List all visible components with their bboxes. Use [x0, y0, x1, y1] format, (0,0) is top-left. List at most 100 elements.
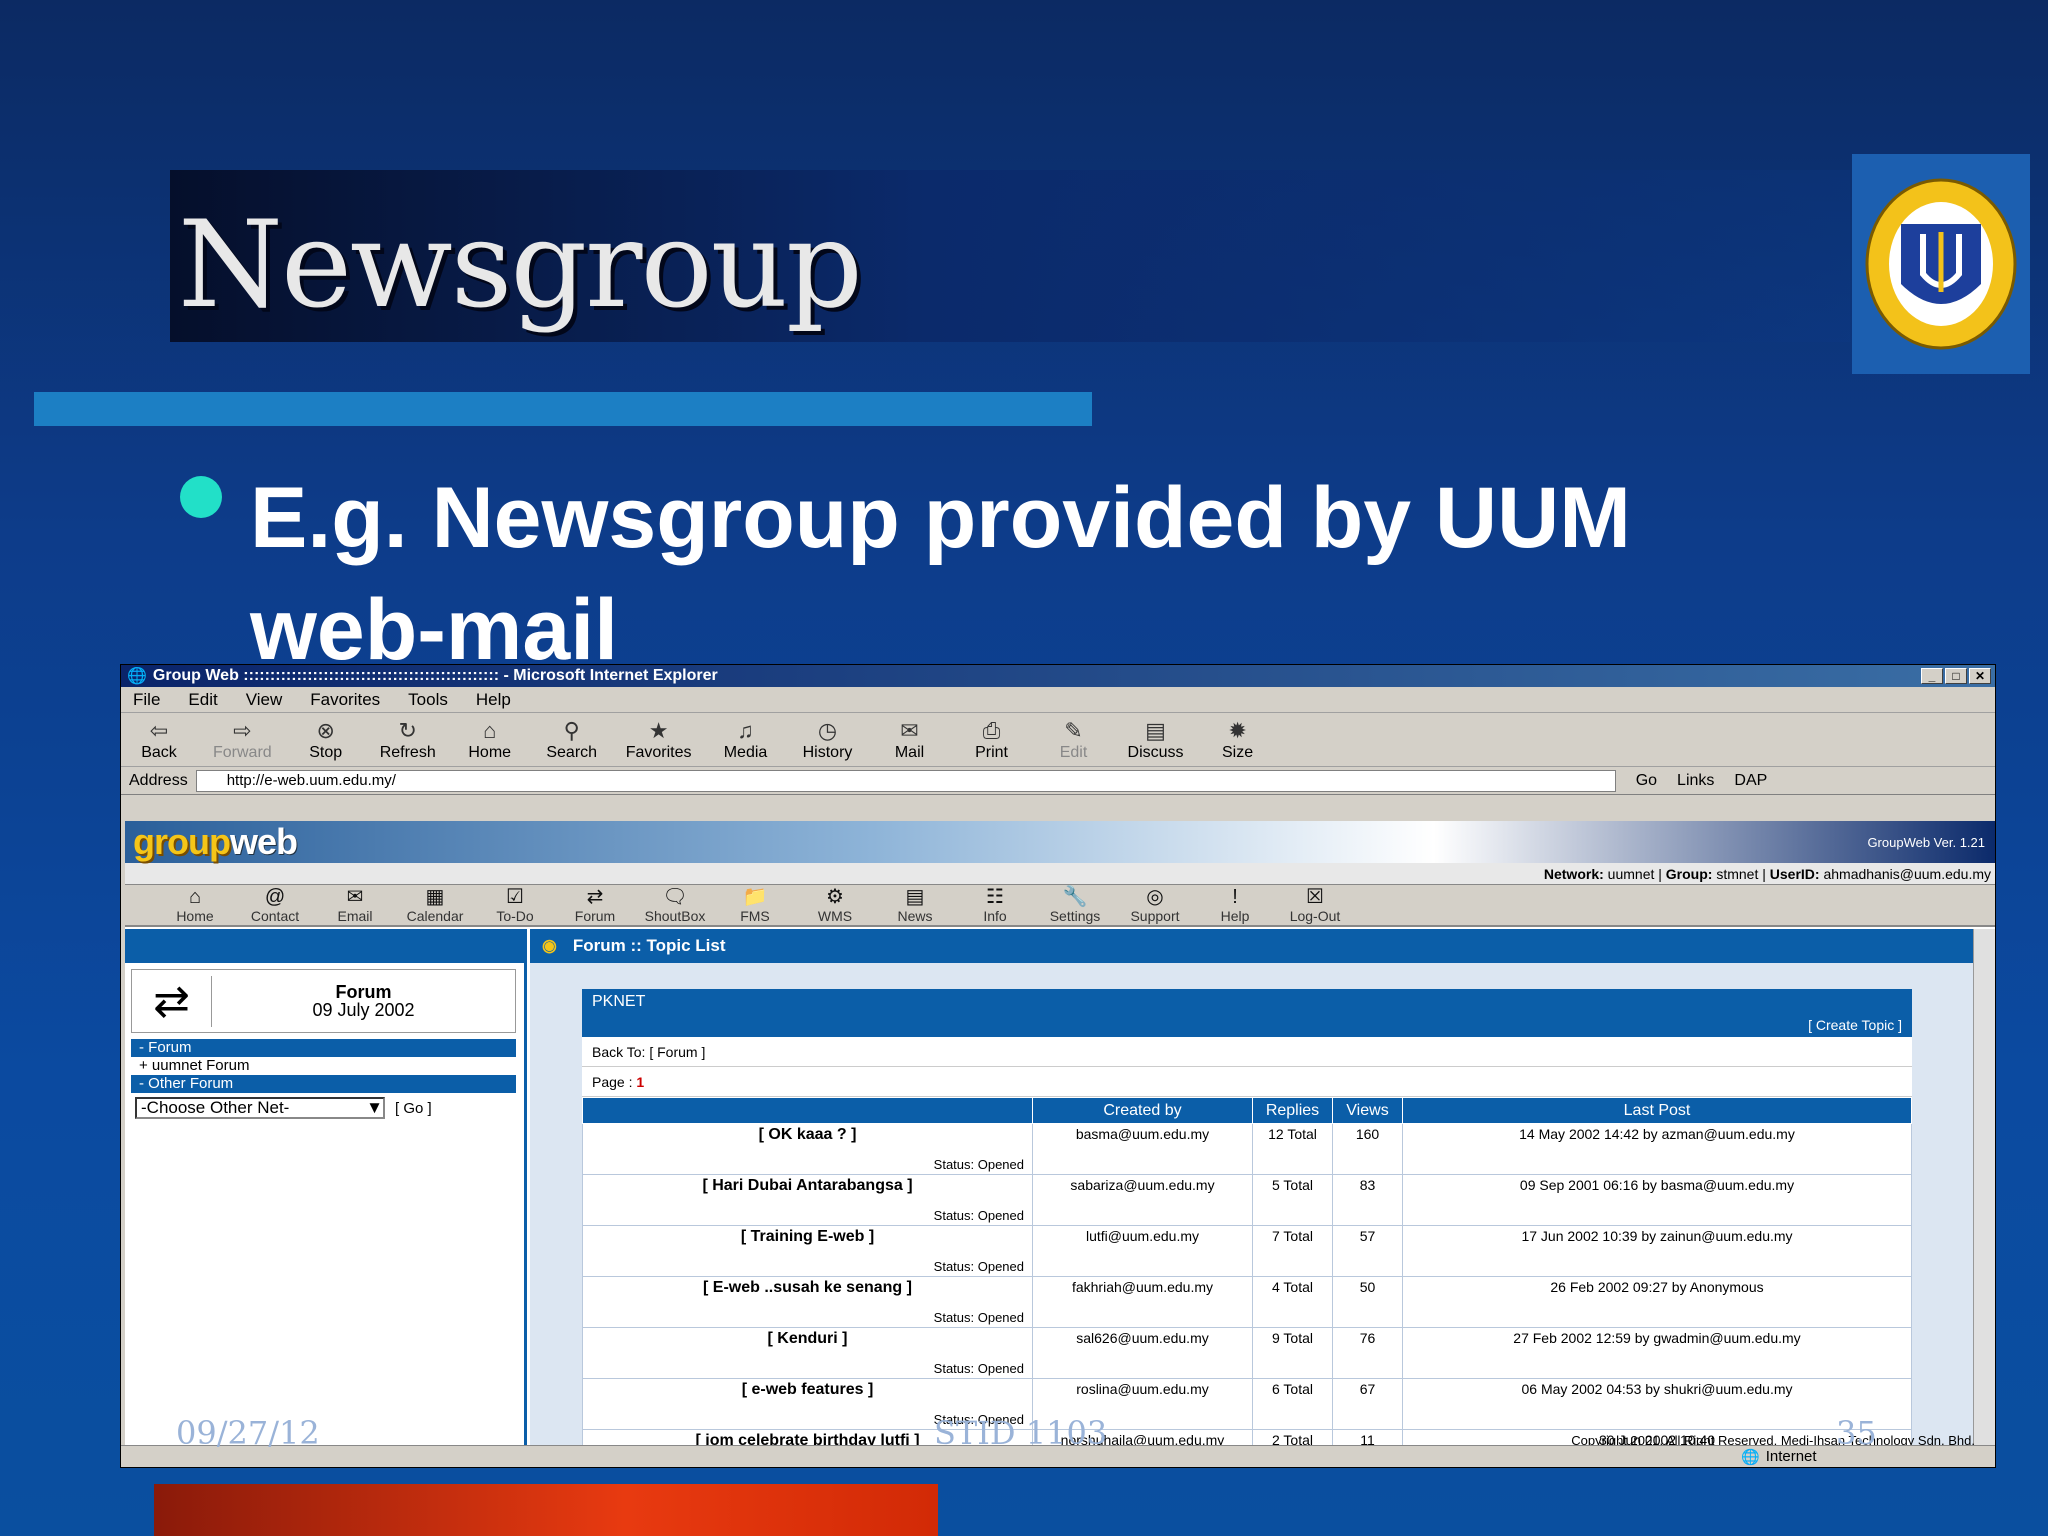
- footer-slide-number: 35: [1836, 1414, 1877, 1452]
- menu-help[interactable]: Help: [476, 690, 511, 710]
- topic-link[interactable]: [ e-web features ]: [742, 1381, 874, 1398]
- fms-icon: 📁: [742, 886, 768, 908]
- search-button[interactable]: ⚲ Search: [544, 718, 600, 762]
- size-button[interactable]: ✹ Size: [1210, 718, 1266, 762]
- menu-view[interactable]: View: [246, 690, 283, 710]
- nav-news[interactable]: ▤ News: [875, 886, 955, 924]
- nav-settings[interactable]: 🔧 Settings: [1035, 886, 1115, 924]
- shoutbox-icon: 🗨: [662, 886, 688, 908]
- forward-button[interactable]: ⇨ Forward: [213, 718, 272, 762]
- calendar-icon: ▦: [425, 886, 445, 908]
- nav-logout[interactable]: ☒ Log-Out: [1275, 886, 1355, 924]
- forward-arrow-icon: ⇨: [233, 718, 252, 743]
- other-net-select[interactable]: -Choose Other Net- ▼: [135, 1097, 385, 1119]
- menu-bar: File Edit View Favorites Tools Help: [121, 687, 1995, 713]
- edit-button[interactable]: ✎ Edit: [1046, 718, 1102, 762]
- groupweb-header: groupweb GroupWeb Ver. 1.21: [125, 821, 1995, 863]
- email-icon: ✉: [346, 886, 364, 908]
- nav-forum[interactable]: ⇄ Forum: [555, 886, 635, 924]
- menu-tools[interactable]: Tools: [408, 690, 448, 710]
- stop-icon: ⊗: [316, 718, 335, 743]
- left-link-other-forum[interactable]: - Other Forum: [131, 1075, 516, 1093]
- nav-contact[interactable]: @ Contact: [235, 886, 315, 924]
- todo-icon: ☑: [506, 886, 524, 908]
- address-input[interactable]: http://e-web.uum.edu.my/: [195, 769, 1616, 792]
- table-row: [ Training E-web ] Status: Opened lutfi@u…: [582, 1225, 1912, 1277]
- size-icon: ✹: [1228, 718, 1247, 743]
- ie-app-icon: 🌐: [127, 668, 147, 685]
- minimize-button[interactable]: _: [1921, 668, 1943, 684]
- nav-help[interactable]: ! Help: [1195, 886, 1275, 924]
- col-created-by: Created by: [1032, 1097, 1253, 1124]
- nav-shoutbox[interactable]: 🗨 ShoutBox: [635, 886, 715, 924]
- close-button[interactable]: ✕: [1969, 668, 1991, 684]
- back-to-line[interactable]: Back To: [ Forum ]: [582, 1037, 1912, 1067]
- contact-icon: @: [264, 886, 286, 908]
- topic-link[interactable]: [ Training E-web ]: [741, 1228, 874, 1245]
- history-icon: ◷: [817, 718, 838, 743]
- forum-arrows-icon: ⇄: [132, 975, 212, 1027]
- col-views: Views: [1332, 1097, 1403, 1124]
- window-title: Group Web ::::::::::::::::::::::::::::::…: [152, 667, 718, 684]
- history-button[interactable]: ◷ History: [800, 718, 856, 762]
- home-button[interactable]: ⌂ Home: [462, 718, 518, 762]
- left-link-forum[interactable]: - Forum: [131, 1039, 516, 1057]
- page-number[interactable]: 1: [636, 1074, 644, 1090]
- go-button[interactable]: Go: [1636, 772, 1657, 790]
- menu-edit[interactable]: Edit: [188, 690, 217, 710]
- left-panel: ⇄ Forum 09 July 2002 - Forum + uumnet For…: [125, 929, 527, 1451]
- print-icon: ⎙: [982, 718, 1001, 743]
- slide-title: Newsgroup: [178, 196, 863, 335]
- nav-calendar[interactable]: ▦ Calendar: [395, 886, 475, 924]
- table-row: [ Kenduri ] Status: Opened sal626@uum.edu…: [582, 1327, 1912, 1379]
- back-button[interactable]: ⇦ Back: [131, 718, 187, 762]
- discuss-button[interactable]: ▤ Discuss: [1128, 718, 1184, 762]
- nav-todo[interactable]: ☑ To-Do: [475, 886, 555, 924]
- footer-date: 09/27/12: [176, 1414, 320, 1452]
- uum-seal-icon: [1865, 178, 2017, 350]
- menu-file[interactable]: File: [133, 690, 160, 710]
- topic-link[interactable]: [ Kenduri ]: [768, 1330, 848, 1347]
- create-topic-link[interactable]: [ Create Topic ]: [1808, 1017, 1902, 1033]
- nav-wms[interactable]: ⚙ WMS: [795, 886, 875, 924]
- media-button[interactable]: ♫ Media: [718, 718, 774, 762]
- status-zone: Internet: [1765, 1448, 1817, 1465]
- left-link-uumnet-forum[interactable]: + uumnet Forum: [131, 1057, 516, 1075]
- help-icon: !: [1232, 886, 1238, 908]
- stop-button[interactable]: ⊗ Stop: [298, 718, 354, 762]
- nav-info[interactable]: ☷ Info: [955, 886, 1035, 924]
- col-topic: [582, 1097, 1033, 1124]
- topic-box: PKNET [ Create Topic ] Back To: [ Forum …: [582, 989, 1912, 1467]
- left-go-button[interactable]: [ Go ]: [395, 1100, 432, 1117]
- browser-window: 🌐 Group Web ::::::::::::::::::::::::::::…: [120, 664, 1996, 1468]
- maximize-button[interactable]: □: [1945, 668, 1967, 684]
- topic-table: Created by Replies Views Last Post [ OK …: [582, 1097, 1912, 1467]
- table-row: [ E-web ..susah ke senang ] Status: Opene…: [582, 1276, 1912, 1328]
- search-icon: ⚲: [563, 718, 580, 743]
- print-button[interactable]: ⎙ Print: [964, 718, 1020, 762]
- nav-fms[interactable]: 📁 FMS: [715, 886, 795, 924]
- favorites-icon: ★: [648, 718, 669, 743]
- topic-link[interactable]: [ E-web ..susah ke senang ]: [703, 1279, 912, 1296]
- nav-home[interactable]: ⌂ Home: [155, 886, 235, 924]
- nav-support[interactable]: ◎ Support: [1115, 886, 1195, 924]
- nav-email[interactable]: ✉ Email: [315, 886, 395, 924]
- col-last-post: Last Post: [1402, 1097, 1912, 1124]
- browser-toolbar: ⇦ Back ⇨ Forward ⊗ Stop ↻ Refresh ⌂ Home ⚲ Sea…: [121, 713, 1995, 767]
- edit-icon: ✎: [1064, 718, 1083, 743]
- page-scrollbar[interactable]: [1973, 929, 1995, 1451]
- topic-link[interactable]: [ OK kaaa ? ]: [759, 1126, 857, 1143]
- main-panel-header: ◉ Forum :: Topic List: [530, 929, 1979, 963]
- forum-date: 09 July 2002: [312, 1000, 415, 1020]
- topic-link[interactable]: [ Hari Dubai Antarabangsa ]: [702, 1177, 912, 1194]
- groupweb-badge-icon: ◉: [542, 936, 557, 955]
- window-titlebar: 🌐 Group Web ::::::::::::::::::::::::::::…: [121, 665, 1995, 687]
- menu-favorites[interactable]: Favorites: [310, 690, 380, 710]
- links-button[interactable]: Links: [1677, 772, 1714, 790]
- favorites-button[interactable]: ★ Favorites: [626, 718, 692, 762]
- dap-button[interactable]: DAP: [1734, 772, 1767, 790]
- left-panel-header: [125, 929, 524, 963]
- mail-button[interactable]: ✉ Mail: [882, 718, 938, 762]
- internet-zone-icon: 🌐: [1741, 1448, 1760, 1466]
- refresh-button[interactable]: ↻ Refresh: [380, 718, 436, 762]
